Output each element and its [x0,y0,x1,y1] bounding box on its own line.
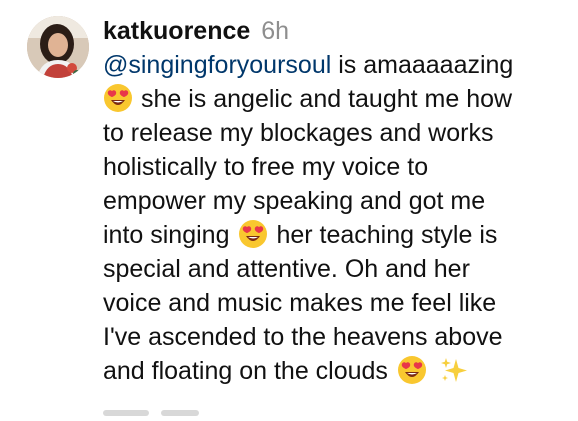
comment-text-segment: she is angelic and taught me how [141,85,513,113]
comment-line-10: and floating on the clouds [103,354,568,388]
comment: katkuorence 6h @singingforyoursoul is am… [0,0,578,416]
username-link[interactable]: katkuorence [103,17,250,45]
timestamp[interactable]: 6h [261,17,289,45]
comment-text-segment: her teaching style is [276,221,498,249]
comment-text-segment: and floating on the clouds [103,357,388,385]
comment-actions-row [103,403,243,417]
comment-text: @singingforyoursoul is amaaaaazing she i… [103,48,568,388]
comment-text-segment: is amaaaaazing [331,51,514,79]
reply-action-placeholder[interactable] [103,410,149,416]
comment-line-3: to release my blockages and works [103,119,494,147]
avatar-image [27,16,89,78]
comment-text-segment: into singing [103,221,230,249]
comment-line-4: holistically to free my voice to [103,153,429,181]
comment-line-5: empower my speaking and got me [103,187,486,215]
avatar[interactable] [27,16,89,78]
translate-action-placeholder[interactable] [161,410,200,416]
comment-line-8: voice and music makes me feel like [103,289,497,317]
comment-line-2: she is angelic and taught me how [103,82,568,116]
heart-eyes-emoji-icon [397,356,426,384]
comment-content: katkuorence 6h @singingforyoursoul is am… [103,14,568,388]
heart-eyes-emoji-icon [239,220,268,248]
comment-line-6: into singing her teaching style is [103,218,568,252]
heart-eyes-emoji-icon [104,84,132,112]
comment-header: katkuorence 6h [103,14,568,48]
comment-line-7: special and attentive. Oh and her [103,255,470,283]
mention-link[interactable]: @singingforyoursoul [103,51,331,79]
sparkles-icon [440,358,467,382]
comment-line-9: I've ascended to the heavens above [103,323,503,351]
comment-line-1: @singingforyoursoul is amaaaaazing [103,48,568,82]
